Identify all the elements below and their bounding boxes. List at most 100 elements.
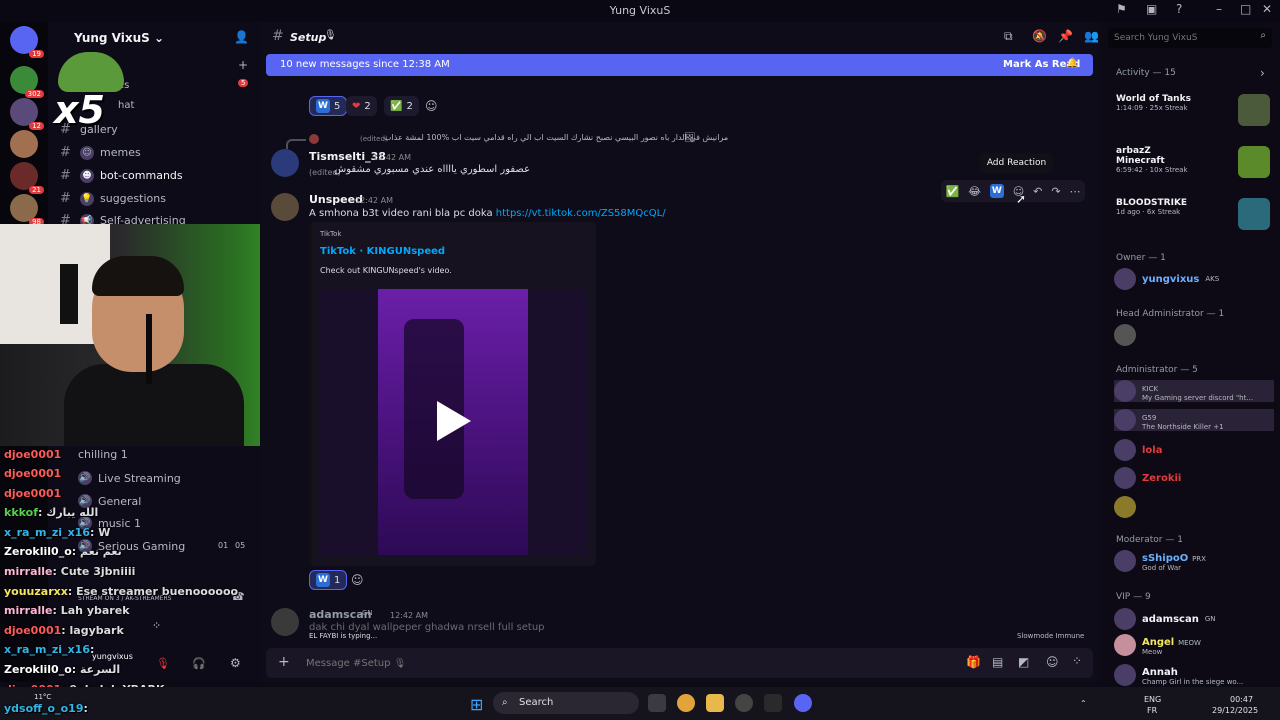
threads-icon[interactable]: ⧉ (1004, 29, 1013, 44)
member[interactable]: Annah Champ Girl in the siege wo... (1114, 664, 1243, 686)
taskbar-search[interactable]: ⌕ Search (493, 692, 639, 714)
inbox-icon[interactable]: ⚑ (1116, 2, 1127, 16)
member[interactable]: yungvixus AKS (1114, 268, 1219, 290)
pin-icon[interactable]: 📌 (1058, 29, 1073, 43)
activity-item[interactable]: BLOODSTRIKE 1d ago · 6x Streak (1116, 198, 1187, 216)
search-box[interactable]: ⌕ (1108, 28, 1272, 48)
guild-tag: AKS (1205, 275, 1220, 283)
reply-text[interactable]: مرانيش في الدار باه نصور البيسي نصبح نشا… (384, 133, 728, 142)
embed-title[interactable]: TikTok · KINGUNspeed (320, 246, 445, 257)
deafen-icon[interactable]: 🎧 (192, 657, 206, 670)
member[interactable]: Zerokii (1114, 467, 1181, 489)
chevron-right-icon[interactable]: › (1260, 66, 1265, 80)
tray-chevron-icon[interactable]: ⌃ (1080, 699, 1087, 708)
reaction-check[interactable]: ✅ 2 (384, 96, 419, 116)
chrome-icon[interactable] (677, 694, 695, 712)
channel-suggestions[interactable]: # 💡 suggestions (60, 191, 166, 206)
server-icon[interactable]: 12 (10, 98, 44, 130)
voice-live-streaming[interactable]: 🔊 Live Streaming (78, 471, 181, 485)
server-name[interactable]: Yung VixuS ⌄ (60, 31, 164, 45)
channel-bot-commands[interactable]: # ☻ bot-commands (60, 168, 183, 183)
reaction-w[interactable]: W5 (309, 96, 348, 116)
minimize-icon[interactable]: – (1216, 2, 1222, 16)
message-input[interactable] (306, 654, 906, 672)
video-embed[interactable] (319, 289, 587, 555)
avatar[interactable] (271, 149, 299, 177)
server-icon[interactable]: 302 (10, 66, 44, 98)
activity-header[interactable]: Activity — 15 (1116, 68, 1176, 78)
avatar[interactable] (271, 608, 299, 636)
screen-icon[interactable]: ▣ (1146, 2, 1157, 16)
new-messages-banner[interactable]: 10 new messages since 12:38 AM Mark As R… (266, 54, 1093, 76)
task-view-icon[interactable] (648, 694, 666, 712)
member[interactable]: lola (1114, 439, 1162, 461)
play-icon[interactable] (437, 401, 471, 441)
add-reaction-icon[interactable]: ☺ (351, 573, 364, 587)
file-explorer-icon[interactable] (706, 694, 724, 712)
sticker-icon[interactable]: ◩ (1018, 655, 1029, 669)
gif-icon[interactable]: ▤ (992, 655, 1003, 669)
member-list-icon[interactable]: 👥 (1084, 29, 1099, 43)
channel-gallery[interactable]: # gallery (60, 122, 118, 137)
avatar (1114, 634, 1136, 656)
mute-icon[interactable]: 🎙 (156, 657, 170, 670)
w-reaction-icon[interactable]: W (989, 184, 1004, 198)
member[interactable]: adamscan GN (1114, 608, 1216, 630)
member[interactable]: sShipoO PRX God of War (1114, 550, 1206, 572)
server-icon[interactable]: 98 (10, 194, 44, 226)
member-status: Meow (1142, 648, 1163, 656)
laugh-reaction-icon[interactable]: 😂 (968, 185, 981, 198)
attach-plus-icon[interactable]: + (278, 654, 290, 670)
start-icon[interactable]: ⊞ (470, 695, 483, 714)
weather[interactable]: 11°C (34, 693, 51, 701)
more-icon[interactable]: ⋯ (1069, 185, 1080, 198)
emoji-icon[interactable]: ☺ (1046, 655, 1059, 669)
clock-time[interactable]: 00:47 (1230, 695, 1253, 704)
app-icon[interactable] (735, 694, 753, 712)
voice-limit: 05 (235, 541, 246, 550)
clock-date[interactable]: 29/12/2025 (1212, 706, 1258, 715)
voice-chilling[interactable]: chilling 1 (78, 448, 128, 461)
discord-icon[interactable] (794, 694, 812, 712)
member[interactable] (1114, 324, 1142, 346)
grid-icon[interactable]: ⁘ (152, 619, 161, 632)
search-input[interactable] (1114, 31, 1244, 45)
notification-icon[interactable]: 🔕 (1032, 29, 1047, 43)
member[interactable]: G59 The Northside Killer +1 (1114, 409, 1274, 431)
role-header: VIP — 9 (1116, 592, 1151, 602)
help-icon[interactable]: ? (1176, 2, 1182, 16)
member[interactable]: KICK My Gaming server discord "ht... (1114, 380, 1274, 402)
reply-icon[interactable]: ↶ (1033, 185, 1042, 198)
add-member-icon[interactable]: 👤 (234, 30, 249, 44)
add-reaction-icon[interactable]: ☺ (425, 99, 438, 113)
member[interactable] (1114, 496, 1142, 518)
chat-user: mirralle (4, 565, 53, 578)
apps-icon[interactable]: ⁘ (1072, 654, 1082, 668)
reaction-w[interactable]: W1 (309, 570, 348, 590)
activity-item[interactable]: arbazZ Minecraft 6:59:42 · 10x Streak (1116, 146, 1188, 174)
close-icon[interactable]: ✕ (1262, 2, 1272, 16)
server-icon[interactable] (10, 130, 38, 158)
check-reaction-icon[interactable]: ✅ (945, 185, 959, 198)
forward-icon[interactable]: ↷ (1051, 185, 1060, 198)
home-button[interactable]: 19 (10, 26, 44, 58)
gift-icon[interactable]: 🎁 (966, 655, 981, 669)
activity-meta: 6:59:42 · 10x Streak (1116, 166, 1188, 174)
activity-item[interactable]: World of Tanks 1:14:09 · 25x Streak (1116, 94, 1191, 112)
add-channel-icon[interactable]: + (238, 58, 248, 72)
channel-memes[interactable]: # ☺ memes (60, 145, 141, 160)
reaction-heart[interactable]: ❤ 2 (346, 96, 377, 116)
role-header: Owner — 1 (1116, 253, 1166, 263)
avatar[interactable] (271, 193, 299, 221)
message-composer[interactable]: + 🎁 ▤ ◩ ☺ ⁘ (266, 648, 1093, 678)
settings-gear-icon[interactable]: ⚙ (230, 656, 241, 670)
banner-text: 10 new messages since 12:38 AM (280, 59, 450, 70)
server-icon[interactable]: 21 (10, 162, 44, 194)
maximize-icon[interactable]: □ (1240, 2, 1251, 16)
language[interactable]: ENG (1144, 695, 1161, 704)
title-bar: Yung VixuS ⚑ ▣ ? – □ ✕ (0, 0, 1280, 22)
language-layout[interactable]: FR (1147, 706, 1157, 715)
message-link[interactable]: https://vt.tiktok.com/ZS58MQcQL/ (496, 208, 666, 219)
terminal-icon[interactable] (764, 694, 782, 712)
member[interactable]: Angel MEOW Meow (1114, 634, 1201, 656)
